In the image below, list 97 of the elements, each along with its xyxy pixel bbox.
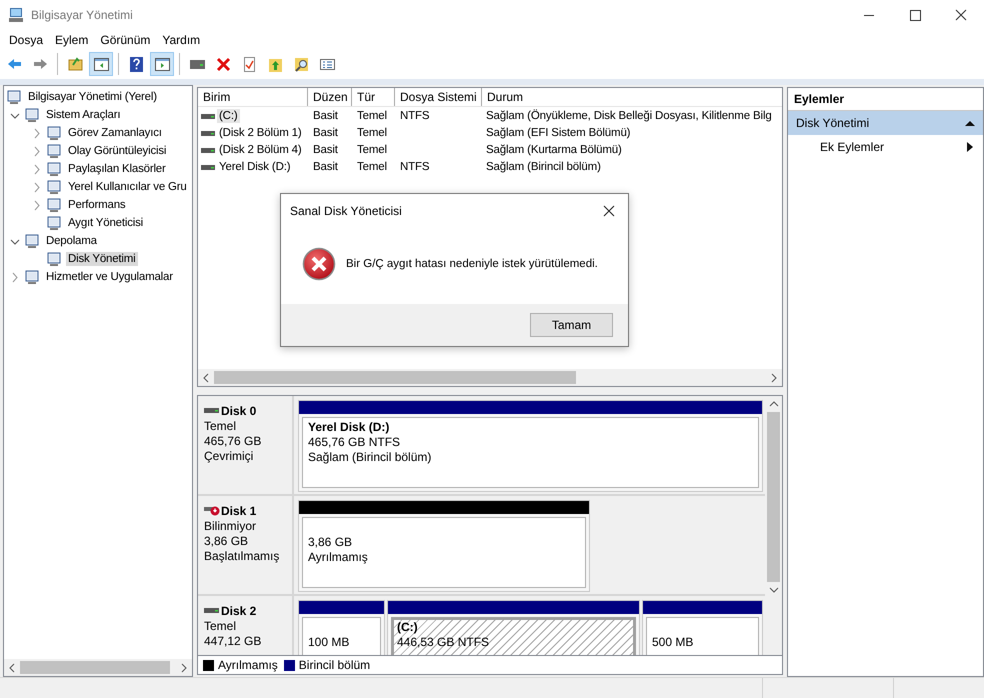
console-icon <box>46 179 62 195</box>
action-item[interactable]: Ek Eylemler <box>788 135 983 159</box>
menu-item[interactable]: Dosya <box>3 32 50 46</box>
menu-item[interactable]: Görünüm <box>94 32 156 46</box>
console-icon <box>6 89 22 105</box>
table-cell: Temel <box>357 126 387 138</box>
disk-name: Disk 1 <box>221 503 256 519</box>
error-message: Bir G/Ç aygıt hatası nedeniyle istek yürütülemedi. <box>346 258 598 270</box>
panel-icon <box>92 56 110 72</box>
table-cell: Temel <box>357 110 387 122</box>
tree-item[interactable]: Olay Görüntüleyicisi <box>66 144 168 158</box>
console-icon <box>24 107 40 123</box>
toolbar-button[interactable] <box>89 52 113 76</box>
disk-detail: Başlatılmamış <box>204 549 280 564</box>
ok-button[interactable]: Tamam <box>530 313 613 337</box>
disk-detail: 3,86 GB <box>204 534 250 549</box>
partition-detail: 3,86 GB <box>308 535 354 550</box>
disk-detail: Bilinmiyor <box>204 519 258 534</box>
tree-item[interactable]: Depolama <box>44 234 99 248</box>
table-cell: Basit <box>313 160 338 172</box>
volume-name[interactable]: (Disk 2 Bölüm 4) <box>217 142 304 156</box>
window-title: Bilgisayar Yönetimi <box>31 8 134 22</box>
column-header[interactable]: Düzen <box>308 88 352 106</box>
console-icon <box>24 269 40 285</box>
tree-item[interactable]: Görev Zamanlayıcı <box>66 126 164 140</box>
table-cell: Temel <box>357 160 387 172</box>
disk-name: Disk 2 <box>221 603 256 619</box>
menu-item[interactable]: Yardım <box>156 32 206 46</box>
partition-block[interactable]: (C:) 446,53 GB NTFS <box>387 600 640 655</box>
disk-detail: Temel <box>204 619 238 634</box>
console-icon <box>46 215 62 231</box>
volume-name[interactable]: (C:) <box>217 108 240 122</box>
table-cell: Sağlam (Kurtarma Bölümü) <box>486 144 622 156</box>
folder-icon <box>66 56 84 72</box>
horizontal-scrollbar[interactable] <box>4 659 192 676</box>
console-icon <box>46 251 62 267</box>
error-icon <box>302 247 336 281</box>
console-icon <box>46 161 62 177</box>
table-cell: Sağlam (Birincil bölüm) <box>486 160 601 172</box>
submenu-arrow-icon <box>967 142 973 152</box>
folder-search-icon <box>292 56 310 72</box>
actions-section-header[interactable]: Disk Yönetimi <box>788 111 983 135</box>
tree-item[interactable]: Bilgisayar Yönetimi (Yerel) <box>26 90 159 104</box>
partition-block[interactable]: 500 MB <box>642 600 763 655</box>
delete-icon <box>214 56 232 72</box>
close-icon[interactable] <box>602 204 616 218</box>
disk-detail: 447,12 GB <box>204 634 262 649</box>
tree-item[interactable]: Sistem Araçları <box>44 108 122 122</box>
legend-label: Ayrılmamış <box>218 658 278 672</box>
volume-name[interactable]: (Disk 2 Bölüm 1) <box>217 126 304 140</box>
help-icon <box>128 56 144 72</box>
table-cell: Basit <box>313 110 338 122</box>
dialog-title: Sanal Disk Yöneticisi <box>290 204 402 218</box>
column-header[interactable]: Durum <box>482 88 782 106</box>
tree-item[interactable]: Yerel Kullanıcılar ve Gru <box>66 180 189 194</box>
column-header[interactable]: Dosya Sistemi <box>395 88 482 106</box>
panel-icon <box>154 56 170 72</box>
menu-item[interactable]: Eylem <box>49 32 94 46</box>
computer-icon <box>8 7 24 23</box>
tree-item[interactable]: Aygıt Yöneticisi <box>66 216 146 230</box>
legend-label: Birincil bölüm <box>298 658 370 672</box>
column-header[interactable]: Tür <box>352 88 395 106</box>
partition-title: Yerel Disk (D:) <box>308 420 390 435</box>
partition-detail: 446,53 GB NTFS <box>397 635 490 650</box>
partition-block[interactable]: 3,86 GB Ayrılmamış <box>298 500 590 592</box>
console-icon <box>46 197 62 213</box>
tree-item[interactable]: Disk Yönetimi <box>66 252 138 266</box>
disk-name: Disk 0 <box>221 403 256 419</box>
disk-detail: Çevrimiçi <box>204 449 254 464</box>
table-cell: Temel <box>357 144 387 156</box>
console-icon <box>24 233 40 249</box>
column-header[interactable]: Birim <box>198 88 308 106</box>
collapse-triangle-icon[interactable] <box>965 119 975 127</box>
partition-block[interactable]: Yerel Disk (D:) 465,76 GB NTFS Sağlam (Birincil bölüm) <box>298 400 763 492</box>
partition-detail: Sağlam (Birincil bölüm) <box>308 450 432 465</box>
disk-detail: 465,76 GB <box>204 434 262 449</box>
table-cell: Sağlam (EFI Sistem Bölümü) <box>486 126 630 138</box>
partition-detail: 100 MB <box>308 635 350 650</box>
table-cell: Basit <box>313 126 338 138</box>
console-icon <box>46 125 62 141</box>
tree-item[interactable]: Paylaşılan Klasörler <box>66 162 168 176</box>
horizontal-scrollbar[interactable] <box>198 369 782 386</box>
partition-detail: 465,76 GB NTFS <box>308 435 402 450</box>
console-icon <box>46 143 62 159</box>
volume-name[interactable]: Yerel Disk (D:) <box>217 160 292 174</box>
tree-item[interactable]: Hizmetler ve Uygulamalar <box>44 270 175 284</box>
partition-block[interactable]: 100 MB <box>298 600 385 655</box>
toolbar-button[interactable] <box>150 52 174 76</box>
table-cell: Sağlam (Önyükleme, Disk Belleği Dosyası, Kilitlenme Bilg <box>486 110 772 122</box>
table-cell: Basit <box>313 144 338 156</box>
table-cell: NTFS <box>400 160 430 172</box>
table-cell: NTFS <box>400 110 430 122</box>
partition-detail: Ayrılmamış <box>308 550 369 565</box>
partition-title: (C:) <box>397 620 419 635</box>
partition-detail: 500 MB <box>652 635 694 650</box>
tree-item[interactable]: Performans <box>66 198 128 212</box>
disk-detail: Temel <box>204 419 238 434</box>
